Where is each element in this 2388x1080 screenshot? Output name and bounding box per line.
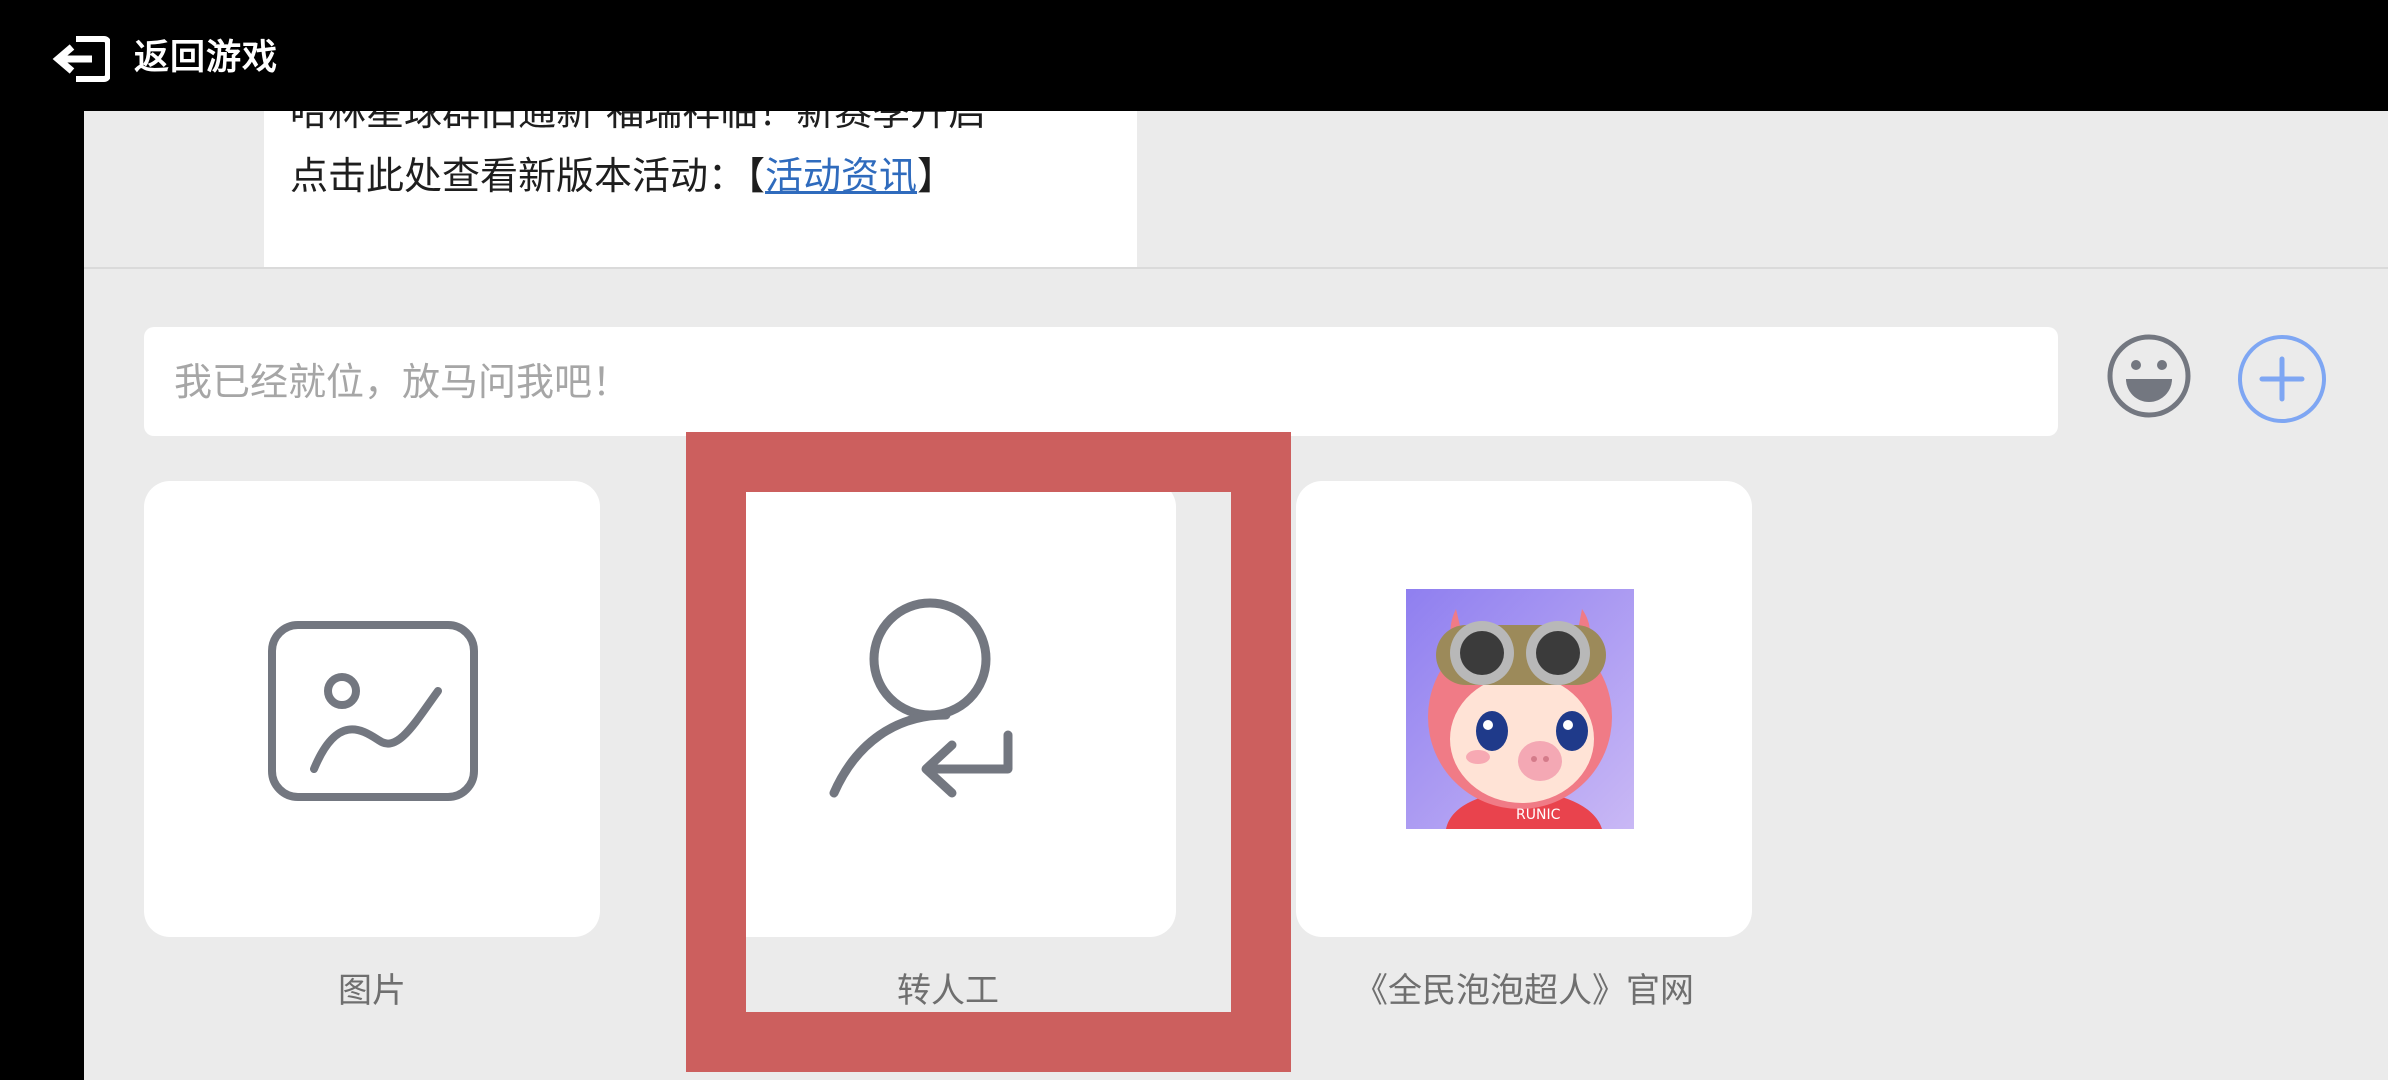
transfer-to-human-card (720, 481, 1176, 937)
divider (84, 267, 2388, 269)
picture-icon (268, 621, 478, 801)
message-line-2-prefix: 点击此处查看新版本活动：【 (290, 154, 766, 198)
message-bubble: 哈林星球群旧通新 福瑞祥临！新赛季开启 点击此处查看新版本活动：【活动资讯】 (264, 111, 1137, 267)
transfer-to-human-label: 转人工 (897, 971, 999, 1011)
message-line-2-suffix: 】 (917, 154, 956, 198)
image-tile-card (144, 481, 600, 937)
top-bar: 返回游戏 (0, 0, 2388, 111)
game-avatar-image: RUNIC (1406, 589, 1634, 829)
message-line-1: 哈林星球群旧通新 福瑞祥临！新赛季开启 (290, 111, 987, 134)
image-tile[interactable]: 图片 (144, 481, 600, 1021)
official-site-label: 《全民泡泡超人》官网 (1354, 971, 1694, 1011)
chat-input[interactable] (144, 327, 2058, 436)
left-edge-strip (0, 111, 84, 1080)
activity-news-link[interactable]: 活动资讯 (765, 154, 917, 198)
official-site-tile[interactable]: RUNIC 《全民泡泡超人》官网 (1296, 481, 1752, 1021)
smiley-icon[interactable] (2106, 333, 2192, 419)
plus-icon[interactable] (2236, 333, 2328, 425)
exit-arrow-icon (52, 36, 110, 82)
official-site-card: RUNIC (1296, 481, 1752, 937)
chat-panel: 哈林星球群旧通新 福瑞祥临！新赛季开启 点击此处查看新版本活动：【活动资讯】 图… (84, 111, 2388, 1080)
image-tile-label: 图片 (338, 971, 406, 1011)
transfer-to-human-tile[interactable]: 转人工 (720, 481, 1176, 1021)
svg-text:RUNIC: RUNIC (1516, 807, 1561, 823)
transfer-to-human-icon (829, 598, 1013, 798)
back-to-game-label: 返回游戏 (134, 38, 279, 78)
message-line-2: 点击此处查看新版本活动：【活动资讯】 (290, 149, 955, 203)
